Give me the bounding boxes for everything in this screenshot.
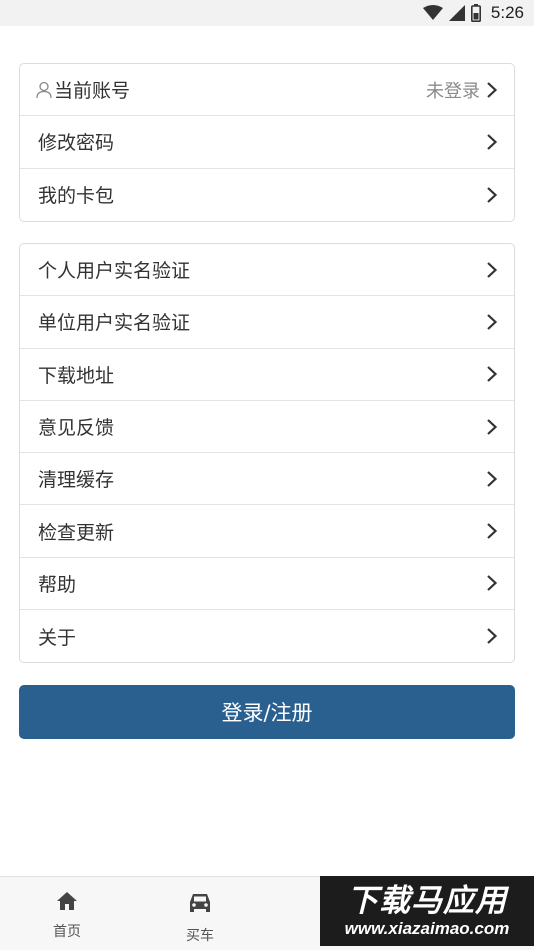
menu-item-company-verification[interactable]: 单位用户实名验证 <box>20 296 514 349</box>
watermark-logo: 下载马应用 www.xiazaimao.com <box>320 876 534 946</box>
menu-item-feedback[interactable]: 意见反馈 <box>20 401 514 454</box>
chevron-right-icon <box>486 313 498 331</box>
chevron-right-icon <box>486 81 498 99</box>
watermark-url: www.xiazaimao.com <box>344 919 510 938</box>
menu-item-label: 关于 <box>38 626 77 649</box>
menu-item-label: 意见反馈 <box>38 417 115 440</box>
nav-item-label: 买车 <box>186 928 214 944</box>
login-register-button[interactable]: 登录/注册 <box>19 685 515 739</box>
account-group: 当前账号 未登录 修改密码 我的卡包 <box>19 63 515 222</box>
chevron-right-icon <box>486 418 498 436</box>
menu-item-current-account[interactable]: 当前账号 未登录 <box>20 64 514 117</box>
battery-icon <box>470 4 481 22</box>
chevron-right-icon <box>486 261 498 279</box>
menu-item-personal-verification[interactable]: 个人用户实名验证 <box>20 244 514 297</box>
nav-item-buy-car[interactable]: 买车 <box>160 891 240 945</box>
menu-item-label: 清理缓存 <box>38 469 115 492</box>
wifi-icon <box>422 5 443 21</box>
menu-item-label: 帮助 <box>38 573 77 596</box>
menu-item-label: 检查更新 <box>38 521 115 544</box>
menu-item-label: 单位用户实名验证 <box>38 312 191 335</box>
status-bar: 5:26 <box>0 0 534 26</box>
chevron-right-icon <box>486 186 498 204</box>
menu-item-download-address[interactable]: 下载地址 <box>20 349 514 401</box>
chevron-right-icon <box>486 470 498 488</box>
menu-item-label: 下载地址 <box>38 364 115 387</box>
signal-icon <box>448 5 465 21</box>
menu-item-about[interactable]: 关于 <box>20 610 514 662</box>
menu-item-change-password[interactable]: 修改密码 <box>20 116 514 169</box>
menu-item-label: 个人用户实名验证 <box>38 260 191 283</box>
chevron-right-icon <box>486 627 498 645</box>
menu-item-check-update[interactable]: 检查更新 <box>20 505 514 558</box>
menu-item-label: 修改密码 <box>38 132 115 155</box>
status-time: 5:26 <box>490 3 524 22</box>
chevron-right-icon <box>486 574 498 592</box>
login-status-value: 未登录 <box>426 80 480 102</box>
nav-item-home[interactable]: 首页 <box>27 891 107 941</box>
car-icon <box>187 891 213 919</box>
chevron-right-icon <box>486 133 498 151</box>
home-icon <box>56 891 78 915</box>
chevron-right-icon <box>486 365 498 383</box>
menu-item-label: 当前账号 <box>54 80 131 103</box>
chevron-right-icon <box>486 522 498 540</box>
menu-item-label: 我的卡包 <box>38 185 115 208</box>
menu-item-clear-cache[interactable]: 清理缓存 <box>20 453 514 506</box>
menu-item-my-cards[interactable]: 我的卡包 <box>20 169 514 221</box>
nav-item-label: 首页 <box>53 924 81 940</box>
user-icon <box>36 81 52 99</box>
watermark-title: 下载马应用 <box>347 883 507 919</box>
menu-item-help[interactable]: 帮助 <box>20 558 514 611</box>
settings-group: 个人用户实名验证 单位用户实名验证 下载地址 意见反馈 清理缓存 检查更新 帮助… <box>19 243 515 664</box>
